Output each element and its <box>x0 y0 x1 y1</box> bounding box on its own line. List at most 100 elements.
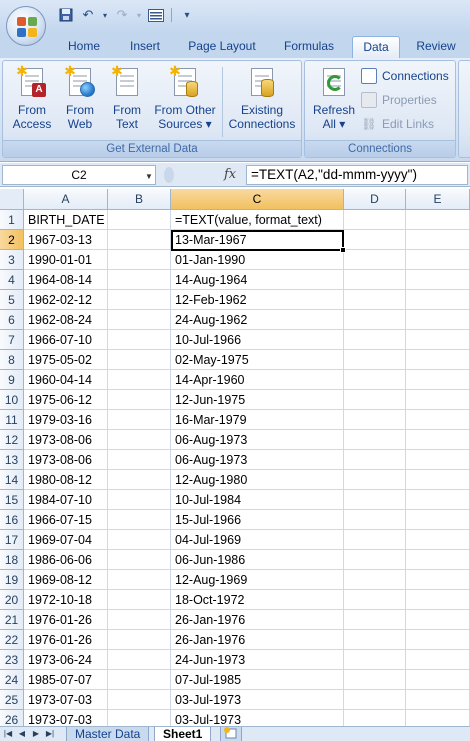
cell-a[interactable]: 1962-08-24 <box>24 310 108 330</box>
cell-a[interactable]: 1980-08-12 <box>24 470 108 490</box>
column-header-b[interactable]: B <box>108 189 171 210</box>
cell-e[interactable] <box>406 410 470 430</box>
cell-b[interactable] <box>108 290 171 310</box>
cell-e[interactable] <box>406 450 470 470</box>
fill-handle[interactable] <box>340 247 346 253</box>
cell-e[interactable] <box>406 390 470 410</box>
sheet-tab-master-data[interactable]: Master Data <box>66 727 150 741</box>
undo-dropdown-icon[interactable]: ▾ <box>100 6 110 24</box>
cell-b[interactable] <box>108 630 171 650</box>
undo-icon[interactable]: ↶ <box>78 6 98 24</box>
cell-c[interactable]: 24-Aug-1962 <box>171 310 344 330</box>
cell-e[interactable] <box>406 470 470 490</box>
cell-b[interactable] <box>108 570 171 590</box>
cell-c[interactable]: 06-Jun-1986 <box>171 550 344 570</box>
cell-a[interactable]: 1973-07-03 <box>24 690 108 710</box>
cell-a[interactable]: 1975-06-12 <box>24 390 108 410</box>
row-header[interactable]: 15 <box>0 490 24 510</box>
cell-d[interactable] <box>344 430 406 450</box>
cell-e[interactable] <box>406 610 470 630</box>
row-header[interactable]: 4 <box>0 270 24 290</box>
cell-b[interactable] <box>108 270 171 290</box>
cell-b[interactable] <box>108 330 171 350</box>
column-header-a[interactable]: A <box>24 189 108 210</box>
cell-e[interactable] <box>406 510 470 530</box>
cell-c[interactable]: 14-Aug-1964 <box>171 270 344 290</box>
cell-b[interactable] <box>108 310 171 330</box>
cell-e[interactable] <box>406 350 470 370</box>
cell-e[interactable] <box>406 690 470 710</box>
cell-a[interactable]: 1964-08-14 <box>24 270 108 290</box>
tab-page-layout[interactable]: Page Layout <box>182 36 262 58</box>
cell-a[interactable]: 1984-07-10 <box>24 490 108 510</box>
row-header[interactable]: 13 <box>0 450 24 470</box>
row-header[interactable]: 5 <box>0 290 24 310</box>
cell-c[interactable]: =TEXT(value, format_text) <box>171 210 344 230</box>
cell-b[interactable] <box>108 210 171 230</box>
cell-d[interactable] <box>344 650 406 670</box>
tab-home[interactable]: Home <box>60 36 108 58</box>
cell-a[interactable]: 1986-06-06 <box>24 550 108 570</box>
cell-e[interactable] <box>406 550 470 570</box>
cell-e[interactable] <box>406 230 470 250</box>
cell-a[interactable]: 1973-08-06 <box>24 450 108 470</box>
cell-d[interactable] <box>344 270 406 290</box>
from-web-button[interactable]: ✱ From Web <box>57 64 103 137</box>
cell-a[interactable]: 1960-04-14 <box>24 370 108 390</box>
cell-a[interactable]: 1967-03-13 <box>24 230 108 250</box>
cell-d[interactable] <box>344 350 406 370</box>
row-header[interactable]: 17 <box>0 530 24 550</box>
cell-c[interactable]: 06-Aug-1973 <box>171 430 344 450</box>
cell-d[interactable] <box>344 250 406 270</box>
row-header[interactable]: 12 <box>0 430 24 450</box>
row-header[interactable]: 23 <box>0 650 24 670</box>
prev-sheet-icon[interactable]: ◀ <box>16 728 28 740</box>
cell-e[interactable] <box>406 570 470 590</box>
cell-b[interactable] <box>108 490 171 510</box>
cell-a[interactable]: 1979-03-16 <box>24 410 108 430</box>
name-box[interactable]: C2 <box>2 165 156 185</box>
row-header[interactable]: 3 <box>0 250 24 270</box>
column-header-d[interactable]: D <box>344 189 406 210</box>
existing-connections-button[interactable]: Existing Connections <box>225 65 299 137</box>
cell-b[interactable] <box>108 350 171 370</box>
cell-a[interactable]: 1969-08-12 <box>24 570 108 590</box>
insert-sheet-icon[interactable] <box>220 727 242 741</box>
cell-a[interactable]: 1976-01-26 <box>24 630 108 650</box>
row-header[interactable]: 6 <box>0 310 24 330</box>
from-access-button[interactable]: ✱ A From Access <box>7 64 57 137</box>
column-header-c[interactable]: C <box>171 189 344 210</box>
cell-e[interactable] <box>406 670 470 690</box>
cell-d[interactable] <box>344 330 406 350</box>
select-all-corner[interactable] <box>0 189 24 210</box>
cell-c[interactable]: 12-Jun-1975 <box>171 390 344 410</box>
cell-e[interactable] <box>406 210 470 230</box>
cell-d[interactable] <box>344 370 406 390</box>
cell-d[interactable] <box>344 630 406 650</box>
column-header-e[interactable]: E <box>406 189 470 210</box>
cell-a[interactable]: 1962-02-12 <box>24 290 108 310</box>
cell-b[interactable] <box>108 610 171 630</box>
save-icon[interactable] <box>56 6 76 24</box>
cell-c[interactable]: 07-Jul-1985 <box>171 670 344 690</box>
cell-e[interactable] <box>406 370 470 390</box>
cell-c[interactable]: 04-Jul-1969 <box>171 530 344 550</box>
first-sheet-icon[interactable]: |◀ <box>2 728 14 740</box>
row-header[interactable]: 16 <box>0 510 24 530</box>
cell-e[interactable] <box>406 590 470 610</box>
row-header[interactable]: 14 <box>0 470 24 490</box>
cell-a[interactable]: 1975-05-02 <box>24 350 108 370</box>
cell-a[interactable]: 1972-10-18 <box>24 590 108 610</box>
cell-e[interactable] <box>406 250 470 270</box>
cell-b[interactable] <box>108 510 171 530</box>
cell-a[interactable]: 1973-07-03 <box>24 710 108 726</box>
cell-b[interactable] <box>108 230 171 250</box>
cell-c[interactable]: 18-Oct-1972 <box>171 590 344 610</box>
cell-a[interactable]: BIRTH_DATE <box>24 210 108 230</box>
cell-a[interactable]: 1973-06-24 <box>24 650 108 670</box>
cell-d[interactable] <box>344 450 406 470</box>
row-header[interactable]: 8 <box>0 350 24 370</box>
cell-e[interactable] <box>406 490 470 510</box>
cell-b[interactable] <box>108 670 171 690</box>
row-header[interactable]: 19 <box>0 570 24 590</box>
